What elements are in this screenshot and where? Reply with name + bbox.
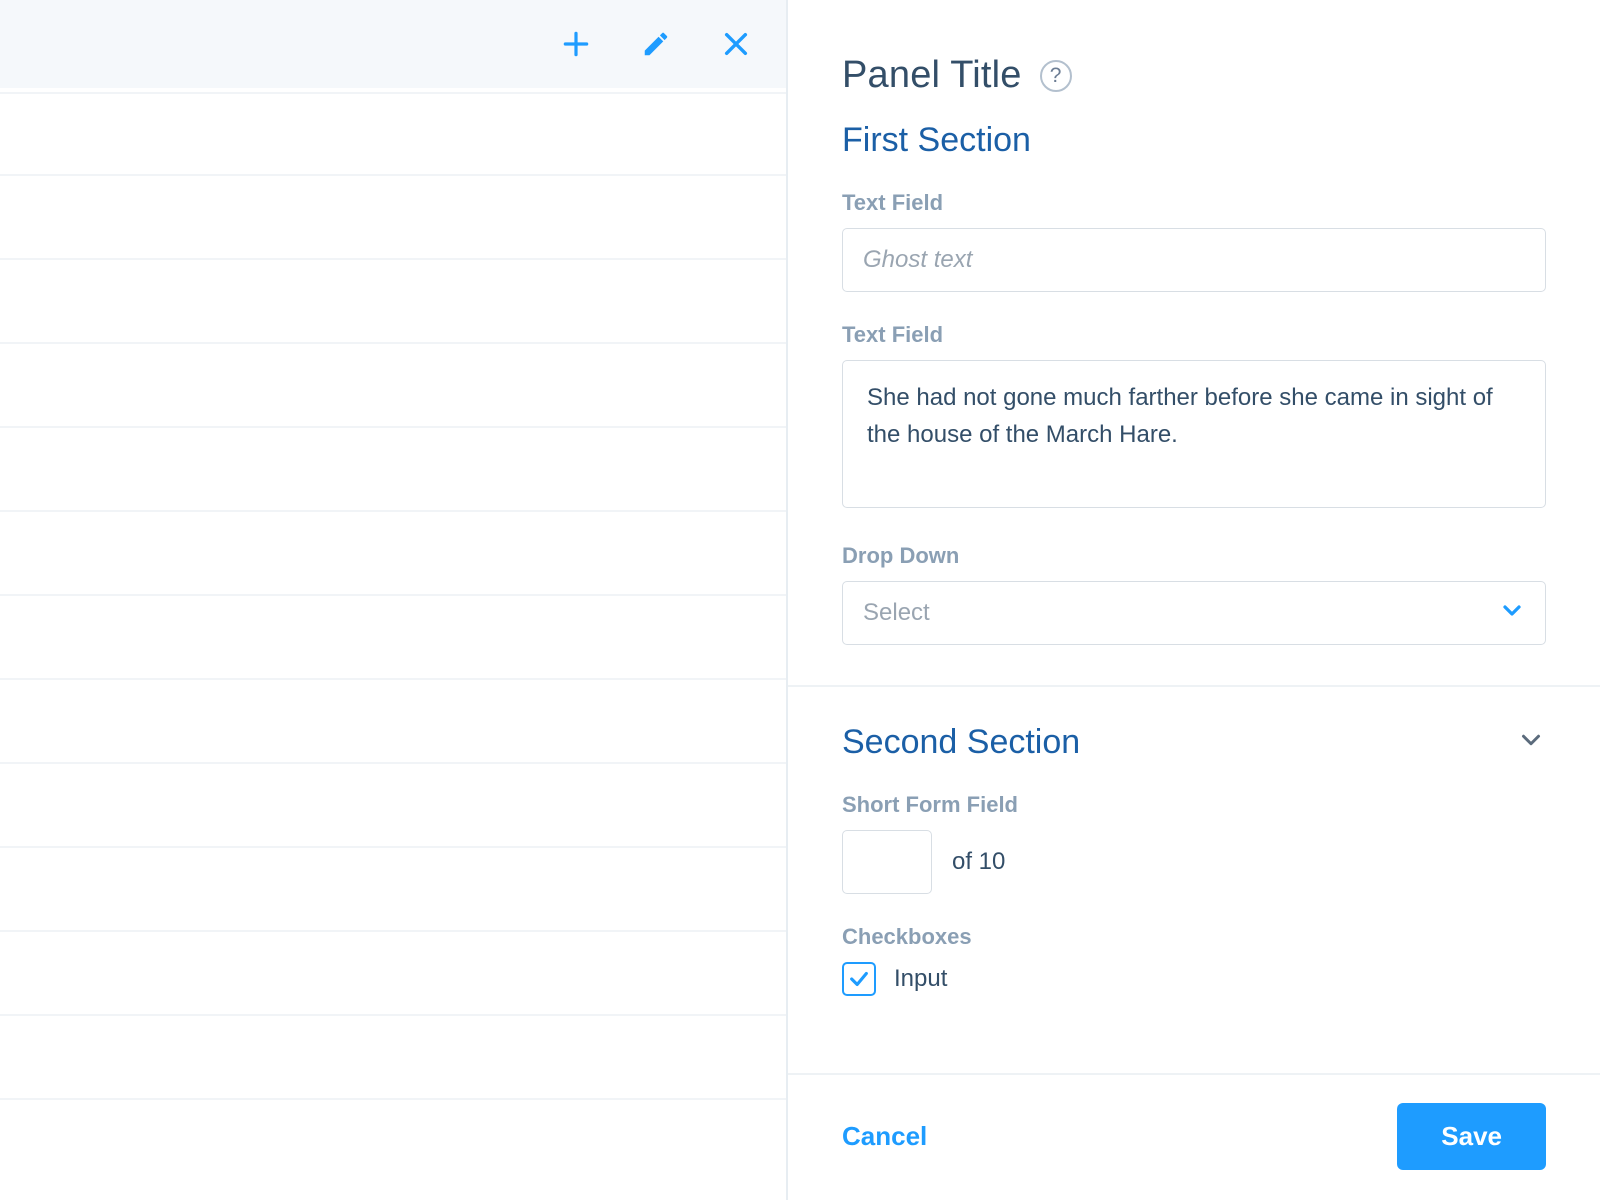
list-item[interactable] [0,932,786,1016]
field-label: Text Field [842,190,1546,216]
list-item[interactable] [0,260,786,344]
text-field-textarea[interactable] [842,360,1546,508]
left-list [0,88,786,1200]
panel-footer: Cancel Save [788,1073,1600,1200]
field-label: Checkboxes [842,924,1546,950]
save-button[interactable]: Save [1397,1103,1546,1170]
left-toolbar [0,0,786,88]
list-item[interactable] [0,428,786,512]
short-form-input[interactable] [842,830,932,894]
side-panel: Panel Title ? First Section Text Field T… [786,0,1600,1200]
left-pane [0,0,786,1200]
checkbox-label: Input [894,965,947,993]
list-item[interactable] [0,344,786,428]
edit-button[interactable] [634,22,678,66]
field-label: Drop Down [842,543,1546,569]
section-title: Second Section [842,723,1080,762]
chevron-down-icon [1516,725,1546,755]
text-field-input[interactable] [842,228,1546,292]
plus-icon [560,28,592,60]
field-label: Text Field [842,322,1546,348]
check-icon [848,968,870,990]
list-item[interactable] [0,680,786,764]
cancel-button[interactable]: Cancel [842,1121,927,1152]
section-collapse-button[interactable] [1516,725,1546,760]
help-icon[interactable]: ? [1040,60,1072,92]
list-item[interactable] [0,848,786,932]
checkbox-input-1[interactable] [842,962,876,996]
section-second: Second Section Short Form Field of 10 Ch… [788,685,1600,1036]
close-button[interactable] [714,22,758,66]
list-item[interactable] [0,176,786,260]
close-icon [720,28,752,60]
list-item[interactable] [0,764,786,848]
list-item[interactable] [0,92,786,176]
list-item[interactable] [0,512,786,596]
panel-title: Panel Title [842,54,1022,97]
add-button[interactable] [554,22,598,66]
section-first: First Section Text Field Text Field Drop… [788,121,1600,685]
dropdown-select[interactable]: Select [842,581,1546,645]
field-label: Short Form Field [842,792,1546,818]
dropdown-selected-value: Select [863,599,930,627]
list-item[interactable] [0,596,786,680]
pencil-icon [641,29,671,59]
list-item[interactable] [0,1016,786,1100]
section-title: First Section [842,121,1031,160]
short-form-suffix: of 10 [952,848,1005,876]
